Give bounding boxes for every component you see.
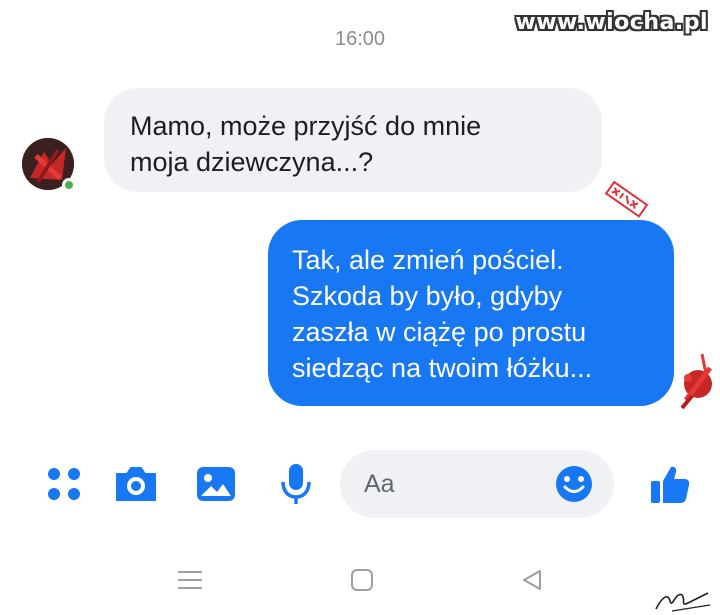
image-icon xyxy=(197,467,235,501)
like-icon xyxy=(651,466,690,503)
like-button[interactable] xyxy=(646,460,694,508)
system-navigation-bar xyxy=(0,555,720,605)
handwritten-signature xyxy=(655,592,711,612)
seen-avatar-icon xyxy=(680,353,712,410)
emoji-button[interactable] xyxy=(550,460,598,508)
red-stamp-mark xyxy=(604,180,649,218)
camera-icon xyxy=(116,467,156,501)
outgoing-message-line: Szkoda by było, gdyby xyxy=(292,281,563,311)
outgoing-message-line: siedząc na twoim łóżku... xyxy=(292,353,593,383)
menu-dots-button[interactable] xyxy=(40,460,88,508)
online-status-dot xyxy=(62,178,76,192)
incoming-message-bubble[interactable]: Mamo, może przyjść do mnie moja dziewczy… xyxy=(104,88,602,192)
message-input[interactable]: Aa xyxy=(340,450,614,518)
message-composer: Aa xyxy=(0,446,720,526)
outgoing-message-bubble[interactable]: Tak, ale zmień pościel. Szkoda by było, … xyxy=(268,220,674,406)
menu-dots-icon xyxy=(48,468,80,500)
message-input-placeholder: Aa xyxy=(364,470,395,498)
back-button[interactable] xyxy=(512,563,552,597)
message-timestamp: 16:00 xyxy=(334,28,386,50)
voice-button[interactable] xyxy=(272,460,320,508)
camera-button[interactable] xyxy=(112,460,160,508)
recent-apps-icon xyxy=(178,571,202,589)
home-button[interactable] xyxy=(342,563,382,597)
outgoing-message-line: zaszła w ciążę po prostu xyxy=(292,317,587,347)
outgoing-message-line: Tak, ale zmień pościel. xyxy=(292,245,564,275)
incoming-message-line: moja dziewczyna...? xyxy=(130,147,374,177)
incoming-message-line: Mamo, może przyjść do mnie xyxy=(130,111,482,141)
gallery-button[interactable] xyxy=(192,460,240,508)
recent-apps-button[interactable] xyxy=(170,563,210,597)
back-icon xyxy=(523,570,541,590)
microphone-icon xyxy=(281,464,311,504)
emoji-icon xyxy=(556,466,592,502)
home-icon xyxy=(351,569,373,591)
